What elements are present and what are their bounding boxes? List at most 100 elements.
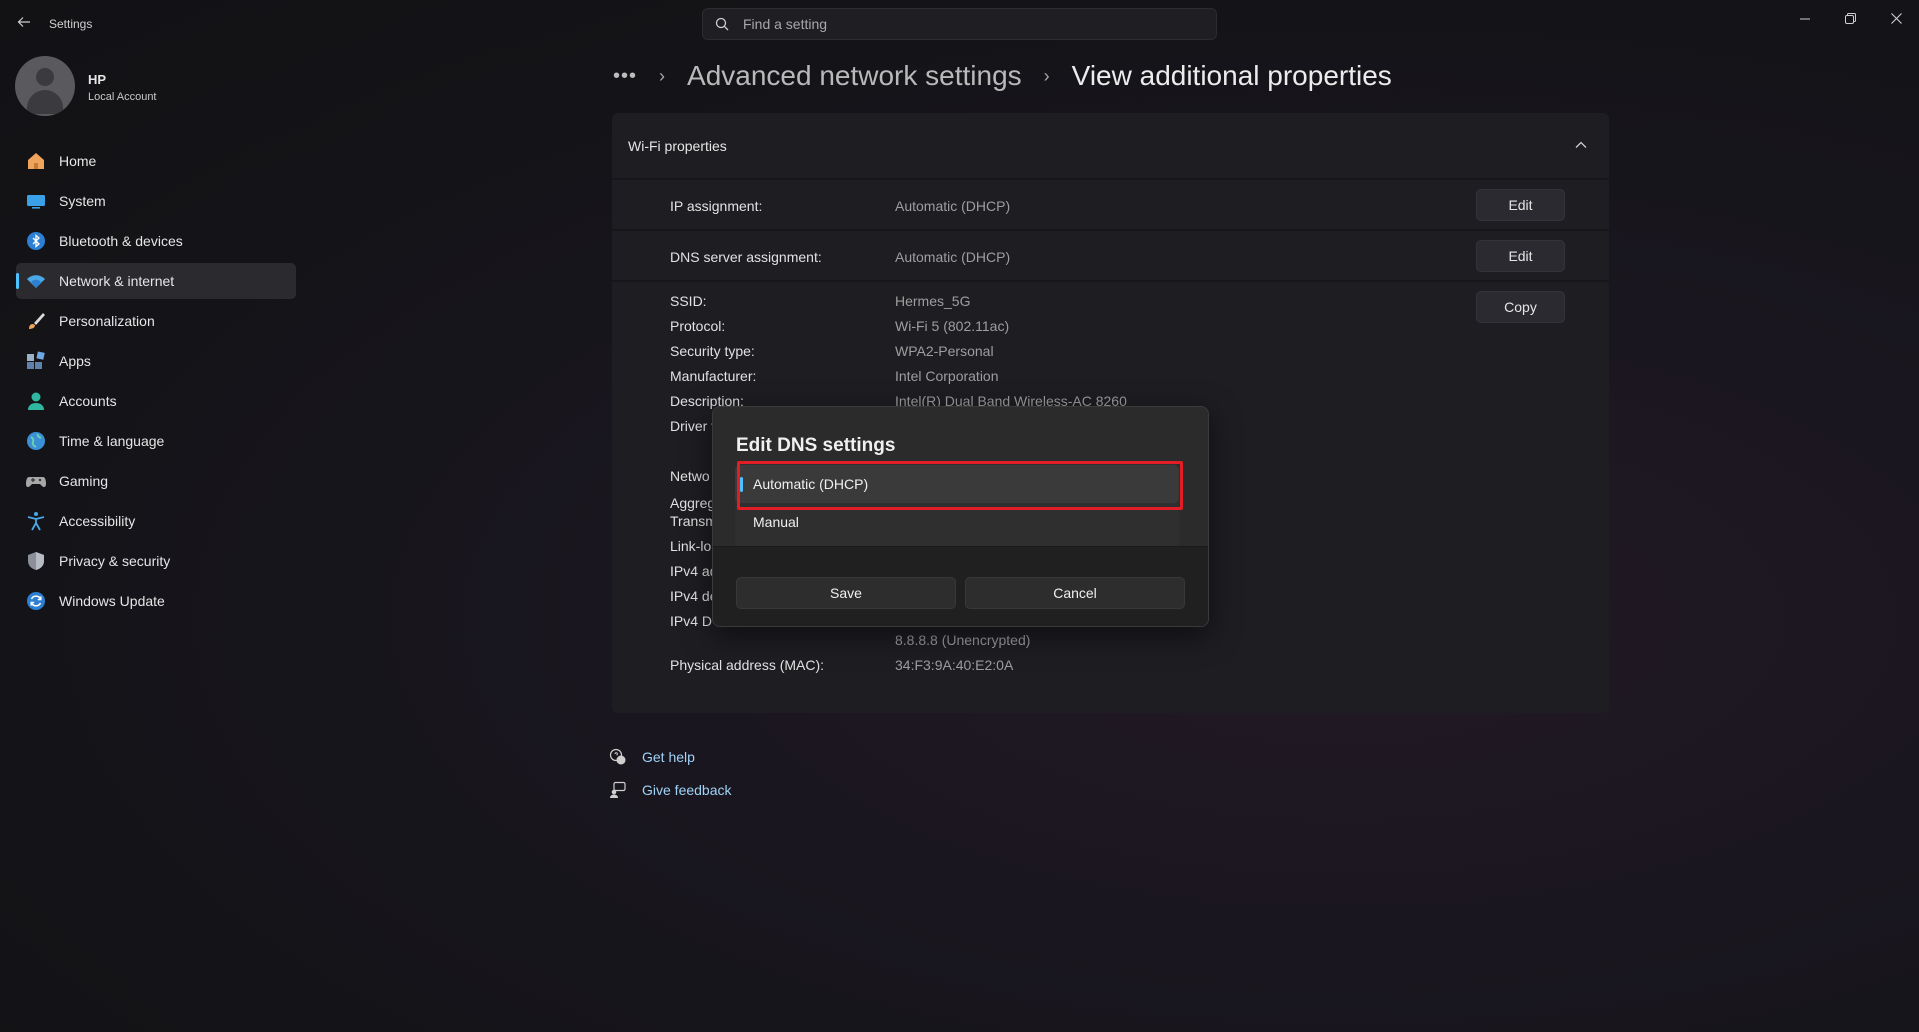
shield-icon <box>28 552 44 570</box>
brush-icon <box>29 313 45 329</box>
sidebar-item-apps[interactable]: Apps <box>16 343 296 379</box>
card-header[interactable]: Wi-Fi properties <box>612 113 1609 180</box>
sidebar-item-accounts[interactable]: Accounts <box>16 383 296 419</box>
sidebar-item-label: Time & language <box>59 433 165 449</box>
transmit-speed-label: Transm <box>670 513 717 529</box>
breadcrumb-more-button[interactable]: ••• <box>613 65 637 88</box>
search-box[interactable] <box>702 8 1217 40</box>
sidebar-item-label: Gaming <box>59 473 109 489</box>
back-arrow-icon <box>17 17 30 27</box>
sidebar-item-home[interactable]: Home <box>16 143 296 179</box>
ip-edit-button[interactable]: Edit <box>1476 189 1565 221</box>
mac-label: Physical address (MAC): <box>670 657 825 673</box>
chevron-up-icon[interactable] <box>1573 137 1589 153</box>
help-icon <box>609 748 626 765</box>
dns-edit-button[interactable]: Edit <box>1476 240 1565 272</box>
network-band-label: Netwo <box>670 468 710 484</box>
edit-dns-dialog: Edit DNS settings Automatic (DHCP) Manua… <box>712 406 1209 627</box>
apps-icon <box>27 351 45 369</box>
card-title: Wi-Fi properties <box>628 138 727 154</box>
sidebar-item-label: Accounts <box>59 393 117 409</box>
breadcrumb-parent[interactable]: Advanced network settings <box>687 60 1022 92</box>
sidebar-item-personalization[interactable]: Personalization <box>16 303 296 339</box>
update-icon <box>27 592 45 610</box>
sidebar-item-label: Bluetooth & devices <box>59 233 183 249</box>
sidebar-item-label: Privacy & security <box>59 553 171 569</box>
divider <box>612 280 1609 282</box>
dialog-footer: Save Cancel <box>713 546 1208 626</box>
sidebar-item-label: Network & internet <box>59 273 175 289</box>
chevron-right-icon: › <box>1043 65 1050 86</box>
globe-icon <box>27 432 45 450</box>
dns-secondary-value: 8.8.8.8 (Unencrypted) <box>895 632 1031 648</box>
close-icon <box>1890 13 1902 24</box>
app-title: Settings <box>49 17 93 31</box>
sidebar-nav: Home System Bluetooth & devices Network … <box>16 143 296 623</box>
copy-button[interactable]: Copy <box>1476 291 1565 323</box>
page-title: View additional properties <box>1071 60 1392 91</box>
bluetooth-icon <box>27 232 45 250</box>
mac-value: 34:F3:9A:40:E2:0A <box>895 657 1014 673</box>
dns-assignment-label: DNS server assignment: <box>670 249 822 265</box>
ssid-value: Hermes_5G <box>895 293 971 309</box>
option-label: Manual <box>753 514 799 530</box>
link-local-label: Link-lo <box>670 538 712 554</box>
ip-assignment-label: IP assignment: <box>670 198 763 214</box>
sidebar-item-label: Personalization <box>59 313 155 329</box>
give-feedback-link[interactable]: Give feedback <box>609 781 732 799</box>
security-type-value: WPA2-Personal <box>895 343 994 359</box>
security-type-label: Security type: <box>670 343 755 359</box>
wifi-icon <box>27 275 45 288</box>
divider <box>612 229 1609 231</box>
minimize-icon <box>1800 18 1810 20</box>
back-button[interactable] <box>14 14 34 34</box>
profile-name: HP <box>88 72 107 87</box>
sidebar-item-privacy[interactable]: Privacy & security <box>16 543 296 579</box>
breadcrumb: ••• › Advanced network settings › View a… <box>613 56 1392 96</box>
sidebar-item-time-language[interactable]: Time & language <box>16 423 296 459</box>
sidebar-item-label: Accessibility <box>59 513 136 529</box>
home-icon <box>28 153 44 169</box>
cancel-button[interactable]: Cancel <box>965 577 1185 609</box>
gamepad-icon <box>26 477 46 488</box>
sidebar-item-system[interactable]: System <box>16 183 296 219</box>
avatar <box>15 56 75 116</box>
ip-assignment-value: Automatic (DHCP) <box>895 198 1011 214</box>
save-button[interactable]: Save <box>736 577 956 609</box>
get-help-link[interactable]: Get help <box>609 748 695 766</box>
get-help-label: Get help <box>642 749 695 765</box>
sidebar-item-label: Home <box>59 153 97 169</box>
sidebar-item-label: System <box>59 193 106 209</box>
manufacturer-label: Manufacturer: <box>670 368 757 384</box>
sidebar-item-gaming[interactable]: Gaming <box>16 463 296 499</box>
driver-version-label: Driver v <box>670 418 719 434</box>
manufacturer-value: Intel Corporation <box>895 368 999 384</box>
minimize-button[interactable] <box>1787 6 1823 34</box>
profile-account-type: Local Account <box>88 91 157 103</box>
sidebar-item-label: Windows Update <box>59 593 165 609</box>
ssid-label: SSID: <box>670 293 707 309</box>
restore-icon <box>1844 13 1856 24</box>
dialog-title: Edit DNS settings <box>736 435 896 456</box>
close-button[interactable] <box>1878 6 1914 34</box>
restore-button[interactable] <box>1832 6 1868 34</box>
ipv4-gateway-label: IPv4 de <box>670 588 718 604</box>
accounts-icon <box>28 392 44 410</box>
ipv4-dns-label: IPv4 D <box>670 613 713 629</box>
sidebar-item-label: Apps <box>59 353 91 369</box>
feedback-icon <box>610 781 626 798</box>
search-icon <box>715 17 729 31</box>
highlight-annotation <box>737 461 1183 510</box>
sidebar-item-network[interactable]: Network & internet <box>16 263 296 299</box>
accessibility-icon <box>27 512 45 531</box>
dns-assignment-value: Automatic (DHCP) <box>895 249 1011 265</box>
sidebar-item-bluetooth[interactable]: Bluetooth & devices <box>16 223 296 259</box>
search-input[interactable] <box>743 9 1203 39</box>
give-feedback-label: Give feedback <box>642 782 732 798</box>
title-bar: Settings <box>0 0 1919 48</box>
aggregated-speed-label: Aggreg <box>670 495 716 511</box>
sidebar-item-accessibility[interactable]: Accessibility <box>16 503 296 539</box>
protocol-value: Wi-Fi 5 (802.11ac) <box>895 318 1010 334</box>
sidebar-item-windows-update[interactable]: Windows Update <box>16 583 296 619</box>
system-icon <box>27 195 45 209</box>
